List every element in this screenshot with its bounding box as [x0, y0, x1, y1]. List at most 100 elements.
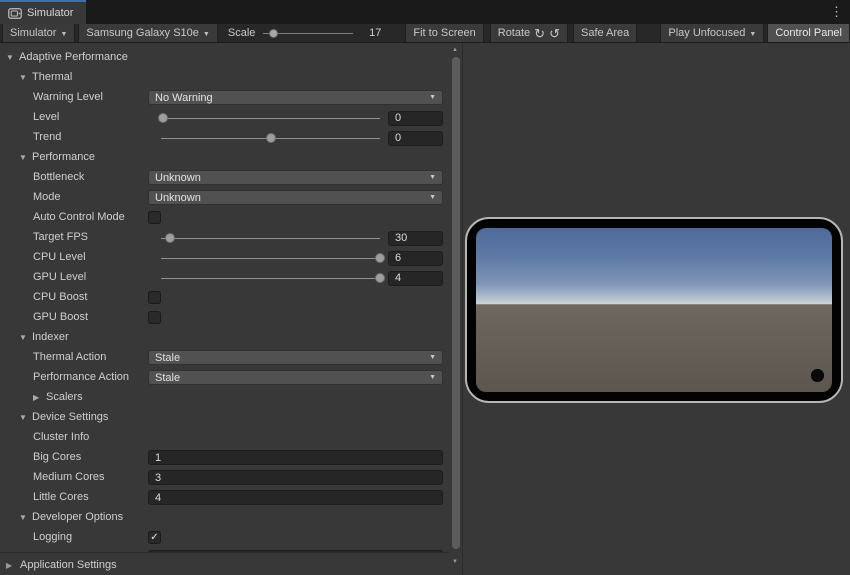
gpu-level-slider[interactable] [161, 273, 380, 283]
chevron-down-icon: ▼ [429, 374, 436, 381]
target-fps-value-field[interactable]: 30 [388, 231, 443, 246]
foldout-label-performance[interactable]: Performance [32, 151, 95, 163]
application-settings-label[interactable]: Application Settings [20, 559, 117, 571]
row-medium-cores: Medium Cores 3 [0, 468, 449, 488]
device-label: Samsung Galaxy S10e [86, 27, 199, 39]
foldout-expanded-icon[interactable]: ▼ [19, 413, 27, 422]
scale-slider[interactable] [263, 27, 353, 39]
medium-cores-value: 3 [155, 472, 161, 484]
foldout-label-indexer[interactable]: Indexer [32, 331, 69, 343]
logging-checkbox[interactable]: ✓ [148, 531, 161, 544]
foldout-label-device-settings[interactable]: Device Settings [32, 411, 108, 423]
ctrl-auto-control-mode [148, 208, 443, 228]
foldout-label-developer-options[interactable]: Developer Options [32, 511, 123, 523]
field-label-trend: Trend [33, 131, 61, 143]
play-unfocused-label: Play Unfocused [668, 27, 745, 39]
safe-area-label: Safe Area [581, 27, 629, 39]
medium-cores-field[interactable]: 3 [148, 470, 443, 485]
foldout-expanded-icon[interactable]: ▼ [6, 53, 14, 62]
level-slider-thumb[interactable] [158, 113, 168, 123]
field-label-cpu-level: CPU Level [33, 251, 86, 263]
warning-level-value: No Warning [155, 92, 213, 104]
row-target-fps: Target FPS30 [0, 228, 449, 248]
trend-slider-thumb[interactable] [266, 133, 276, 143]
target-fps-slider[interactable] [161, 233, 380, 243]
performance-action-dropdown[interactable]: Stale ▼ [148, 370, 443, 385]
field-label-medium-cores: Medium Cores [33, 471, 105, 483]
application-settings-row[interactable]: ▶ Application Settings [0, 552, 449, 575]
ctrl-performance-action: Stale ▼ [148, 368, 443, 388]
scroll-up-icon[interactable]: ▲ [452, 47, 458, 53]
row-little-cores: Little Cores4 [0, 488, 449, 508]
tab-simulator[interactable]: Simulator [0, 0, 86, 24]
gpu-level-value-field[interactable]: 4 [388, 271, 443, 286]
little-cores-value: 4 [155, 492, 161, 504]
ctrl-gpu-level: 4 [148, 268, 443, 288]
warning-level-dropdown[interactable]: No Warning ▼ [148, 90, 443, 105]
mode-value: Unknown [155, 192, 201, 204]
play-unfocused-dropdown[interactable]: Play Unfocused ▼ [660, 24, 764, 42]
cpu-level-value-field[interactable]: 6 [388, 251, 443, 266]
foldout-collapsed-icon[interactable]: ▶ [6, 561, 12, 570]
cpu-level-slider-thumb[interactable] [375, 253, 385, 263]
field-label-thermal-action: Thermal Action [33, 351, 106, 363]
big-cores-value: 1 [155, 452, 161, 464]
foldout-expanded-icon[interactable]: ▼ [19, 73, 27, 82]
thermal-action-dropdown[interactable]: Stale▼ [148, 350, 443, 365]
field-label-gpu-boost: GPU Boost [33, 311, 88, 323]
settings-rows: ▼Adaptive Performance▼ThermalWarning Lev… [0, 48, 449, 568]
trend-slider[interactable] [161, 133, 380, 143]
scroll-down-icon[interactable]: ▼ [452, 559, 458, 565]
cpu-level-slider[interactable] [161, 253, 380, 263]
level-value-field[interactable]: 0 [388, 111, 443, 126]
ctrl-bottleneck: Unknown▼ [148, 168, 443, 188]
fit-to-screen-label: Fit to Screen [413, 27, 475, 39]
row-performance: ▼ Performance [0, 148, 449, 168]
ctrl-cpu-boost [148, 288, 443, 308]
safe-area-button[interactable]: Safe Area [573, 24, 637, 42]
foldout-label-scalers[interactable]: Scalers [46, 391, 83, 403]
device-dropdown[interactable]: Samsung Galaxy S10e ▼ [78, 24, 217, 42]
foldout-expanded-icon[interactable]: ▼ [19, 333, 27, 342]
foldout-expanded-icon[interactable]: ▼ [19, 513, 27, 522]
mode-dropdown[interactable]: Unknown▼ [148, 190, 443, 205]
ctrl-little-cores: 4 [148, 488, 443, 508]
field-label-logging: Logging [33, 531, 72, 543]
chevron-down-icon: ▼ [429, 94, 436, 101]
rotate-label: Rotate [498, 27, 530, 39]
field-label-cluster-info: Cluster Info [33, 431, 89, 443]
scrollbar-thumb[interactable] [452, 57, 460, 549]
row-mode: ModeUnknown▼ [0, 188, 449, 208]
foldout-expanded-icon[interactable]: ▼ [19, 153, 27, 162]
foldout-label-adaptive-performance[interactable]: Adaptive Performance [19, 51, 128, 63]
rotate-clockwise-icon[interactable]: ↻ [534, 27, 545, 40]
big-cores-field[interactable]: 1 [148, 450, 443, 465]
cpu-boost-checkbox[interactable] [148, 291, 161, 304]
trend-value-field[interactable]: 0 [388, 131, 443, 146]
foldout-label-thermal[interactable]: Thermal [32, 71, 72, 83]
toolbar-spacer [637, 24, 660, 42]
target-fps-slider-thumb[interactable] [165, 233, 175, 243]
row-scalers: ▶ Scalers [0, 388, 449, 408]
bottleneck-dropdown[interactable]: Unknown▼ [148, 170, 443, 185]
row-level: Level0 [0, 108, 449, 128]
row-cpu-level: CPU Level 6 [0, 248, 449, 268]
ctrl-trend: 0 [148, 128, 443, 148]
gpu-level-slider-thumb[interactable] [375, 273, 385, 283]
foldout-collapsed-icon[interactable]: ▶ [33, 393, 39, 402]
simulator-mode-dropdown[interactable]: Simulator ▼ [2, 24, 75, 42]
fit-to-screen-button[interactable]: Fit to Screen [405, 24, 483, 42]
vertical-scrollbar[interactable]: ▲ ▼ [449, 43, 462, 575]
control-panel-button[interactable]: Control Panel [767, 24, 850, 42]
window-menu-icon[interactable]: ⋮ [830, 3, 843, 20]
chevron-down-icon: ▼ [203, 31, 210, 38]
row-thermal: ▼ Thermal [0, 68, 449, 88]
level-slider[interactable] [161, 113, 380, 123]
device-screen[interactable] [476, 228, 832, 392]
little-cores-field[interactable]: 4 [148, 490, 443, 505]
scale-slider-thumb[interactable] [269, 29, 278, 38]
rotate-counterclockwise-icon[interactable]: ↺ [549, 27, 560, 40]
auto-control-mode-checkbox[interactable] [148, 211, 161, 224]
gpu-boost-checkbox[interactable] [148, 311, 161, 324]
performance-action-value: Stale [155, 372, 180, 384]
